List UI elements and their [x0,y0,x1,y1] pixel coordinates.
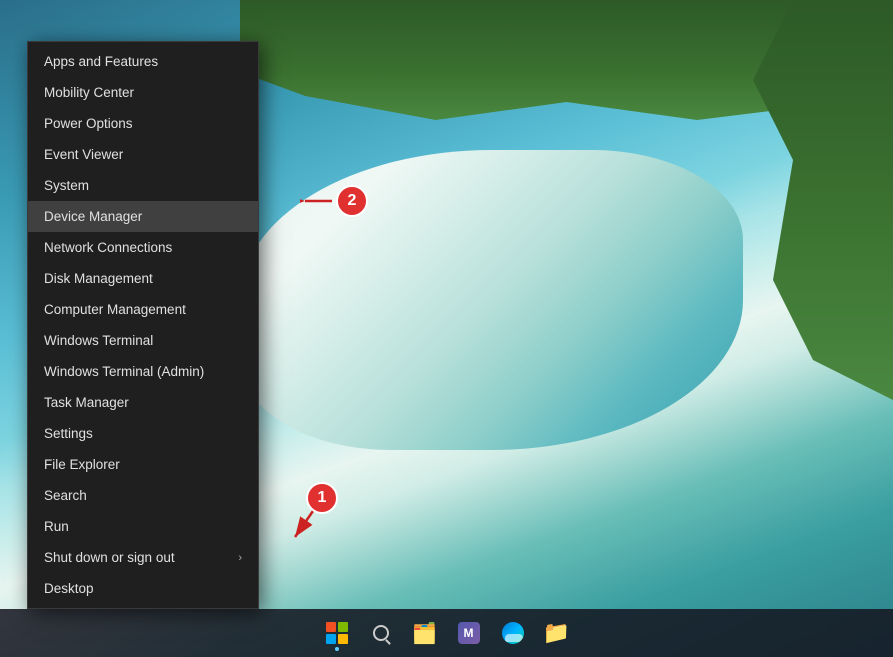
menu-label-apps-features: Apps and Features [44,54,158,69]
menu-item-event-viewer[interactable]: Event Viewer [28,139,258,170]
annotation-circle-1: 1 [306,482,338,514]
menu-label-task-manager: Task Manager [44,395,129,410]
menu-label-mobility-center: Mobility Center [44,85,134,100]
taskbar-teams-button[interactable]: M [449,613,489,653]
annotation-circle-2: 2 [336,185,368,217]
taskbar: 🗂️ M 📁 [0,609,893,657]
menu-label-windows-terminal: Windows Terminal [44,333,153,348]
teams-icon: M [458,622,480,644]
menu-item-network-connections[interactable]: Network Connections [28,232,258,263]
file-explorer-icon: 🗂️ [412,621,437,646]
menu-item-power-options[interactable]: Power Options [28,108,258,139]
folder-icon: 📁 [543,620,570,646]
search-icon [373,625,389,641]
menu-label-shut-down-sign-out: Shut down or sign out [44,550,175,565]
taskbar-explorer2-button[interactable]: 📁 [537,613,577,653]
menu-item-shut-down-sign-out[interactable]: Shut down or sign out › [28,542,258,573]
menu-label-disk-management: Disk Management [44,271,153,286]
menu-item-task-manager[interactable]: Task Manager [28,387,258,418]
menu-item-desktop[interactable]: Desktop [28,573,258,604]
menu-label-system: System [44,178,89,193]
menu-item-file-explorer[interactable]: File Explorer [28,449,258,480]
menu-item-run[interactable]: Run [28,511,258,542]
taskbar-search-button[interactable] [361,613,401,653]
edge-icon [502,622,524,644]
active-indicator [335,647,339,651]
menu-label-windows-terminal-admin: Windows Terminal (Admin) [44,364,204,379]
annotation-1: 1 [290,482,410,567]
menu-item-settings[interactable]: Settings [28,418,258,449]
taskbar-file-explorer-button[interactable]: 🗂️ [405,613,445,653]
menu-item-system[interactable]: System [28,170,258,201]
menu-item-disk-management[interactable]: Disk Management [28,263,258,294]
menu-label-event-viewer: Event Viewer [44,147,123,162]
menu-item-computer-management[interactable]: Computer Management [28,294,258,325]
annotation-number-1: 1 [318,489,327,507]
menu-label-desktop: Desktop [44,581,94,596]
menu-item-device-manager[interactable]: Device Manager [28,201,258,232]
windows-logo-icon [326,622,348,644]
menu-item-mobility-center[interactable]: Mobility Center [28,77,258,108]
context-menu: Apps and Features Mobility Center Power Op… [27,41,259,609]
menu-item-search[interactable]: Search [28,480,258,511]
taskbar-edge-button[interactable] [493,613,533,653]
menu-label-power-options: Power Options [44,116,133,131]
menu-label-run: Run [44,519,69,534]
menu-label-settings: Settings [44,426,93,441]
annotation-number-2: 2 [348,192,357,210]
annotation-2: 2 [300,185,420,250]
menu-label-computer-management: Computer Management [44,302,186,317]
submenu-arrow-icon: › [238,552,242,564]
menu-item-apps-features[interactable]: Apps and Features [28,46,258,77]
menu-item-windows-terminal-admin[interactable]: Windows Terminal (Admin) [28,356,258,387]
menu-label-file-explorer: File Explorer [44,457,120,472]
menu-label-device-manager: Device Manager [44,209,142,224]
menu-label-search: Search [44,488,87,503]
menu-label-network-connections: Network Connections [44,240,172,255]
start-button[interactable] [317,613,357,653]
menu-item-windows-terminal[interactable]: Windows Terminal [28,325,258,356]
